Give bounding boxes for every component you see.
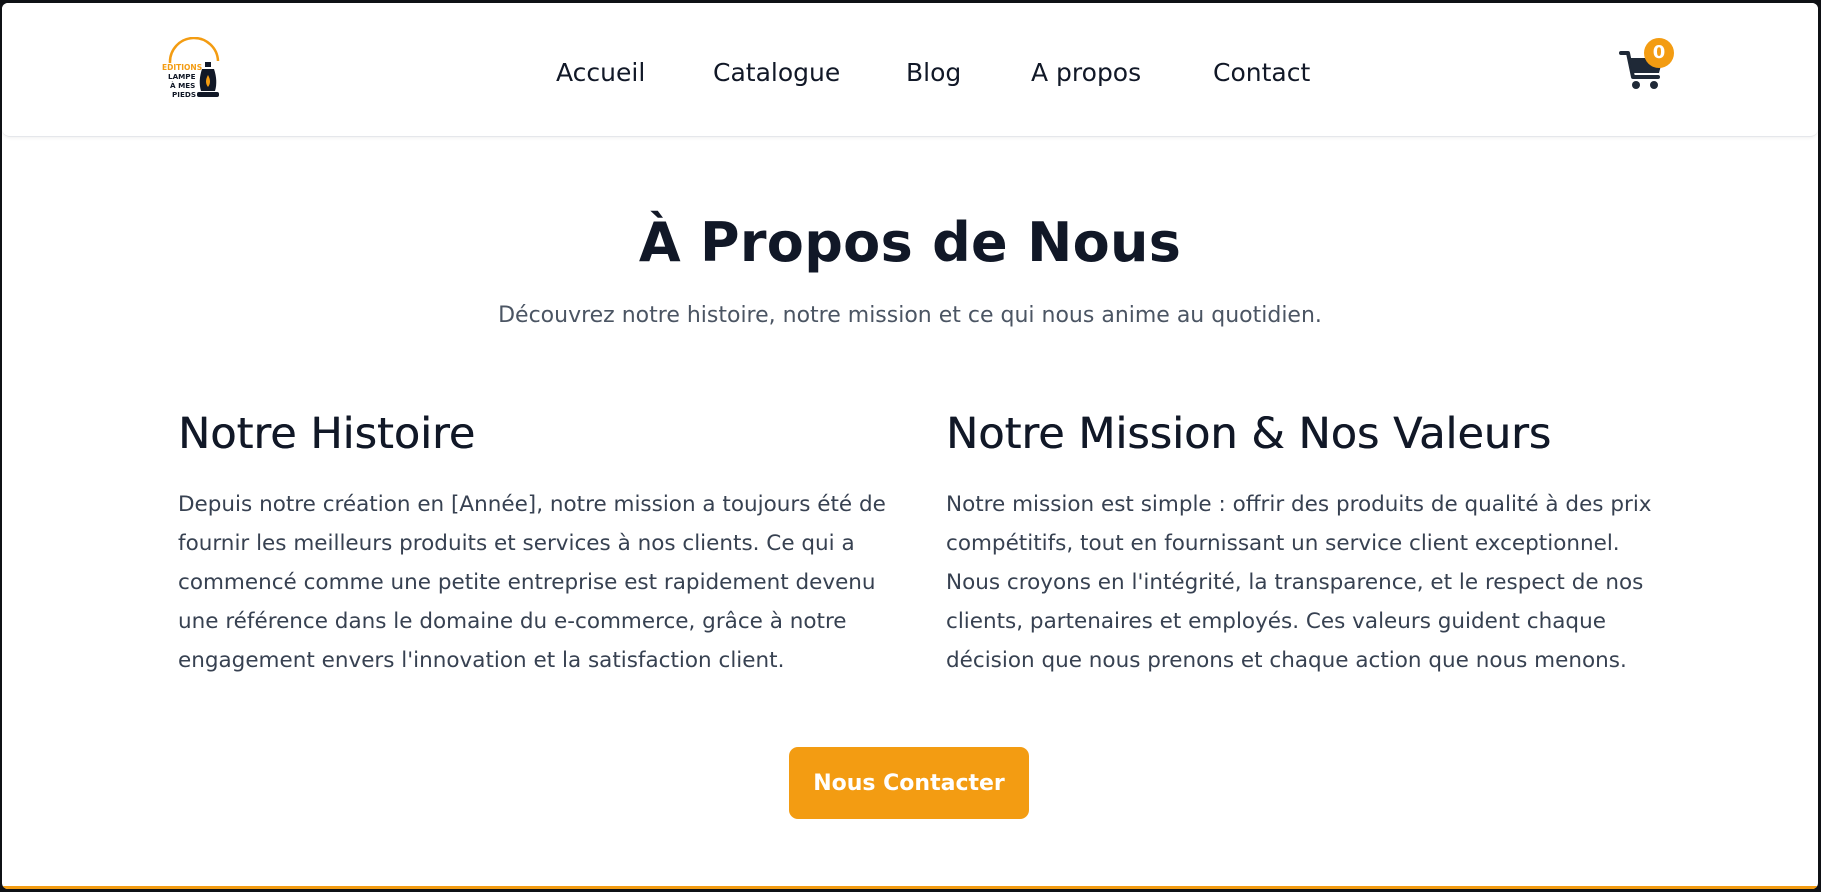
section-body-histoire: Depuis notre création en [Année], notre … <box>178 492 886 673</box>
nav-accueil[interactable]: Accueil <box>556 53 645 93</box>
cart-count-badge: 0 <box>1644 38 1674 68</box>
page-title: À Propos de Nous <box>638 211 1182 274</box>
section-mission: Notre Mission & Nos Valeurs Notre missio… <box>946 403 1666 680</box>
site-header: EDITIONS LAMPE À MES PIEDS Accueil Catal… <box>2 3 1818 137</box>
section-histoire: Notre Histoire Depuis notre création en … <box>178 403 898 680</box>
page-frame: EDITIONS LAMPE À MES PIEDS Accueil Catal… <box>2 3 1818 889</box>
nav-a-propos[interactable]: A propos <box>1031 53 1141 93</box>
section-body-mission: Notre mission est simple : offrir des pr… <box>946 492 1652 673</box>
section-heading-histoire: Notre Histoire <box>178 409 476 459</box>
section-heading-mission: Notre Mission & Nos Valeurs <box>946 409 1552 459</box>
main-nav: Accueil Catalogue Blog A propos Contact <box>2 53 1818 93</box>
page-subtitle: Découvrez notre histoire, notre mission … <box>498 303 1322 328</box>
nav-contact[interactable]: Contact <box>1213 53 1310 93</box>
nav-blog[interactable]: Blog <box>906 53 961 93</box>
footer-divider <box>2 886 1818 889</box>
contact-us-button[interactable]: Nous Contacter <box>789 747 1029 819</box>
nav-catalogue[interactable]: Catalogue <box>713 53 840 93</box>
